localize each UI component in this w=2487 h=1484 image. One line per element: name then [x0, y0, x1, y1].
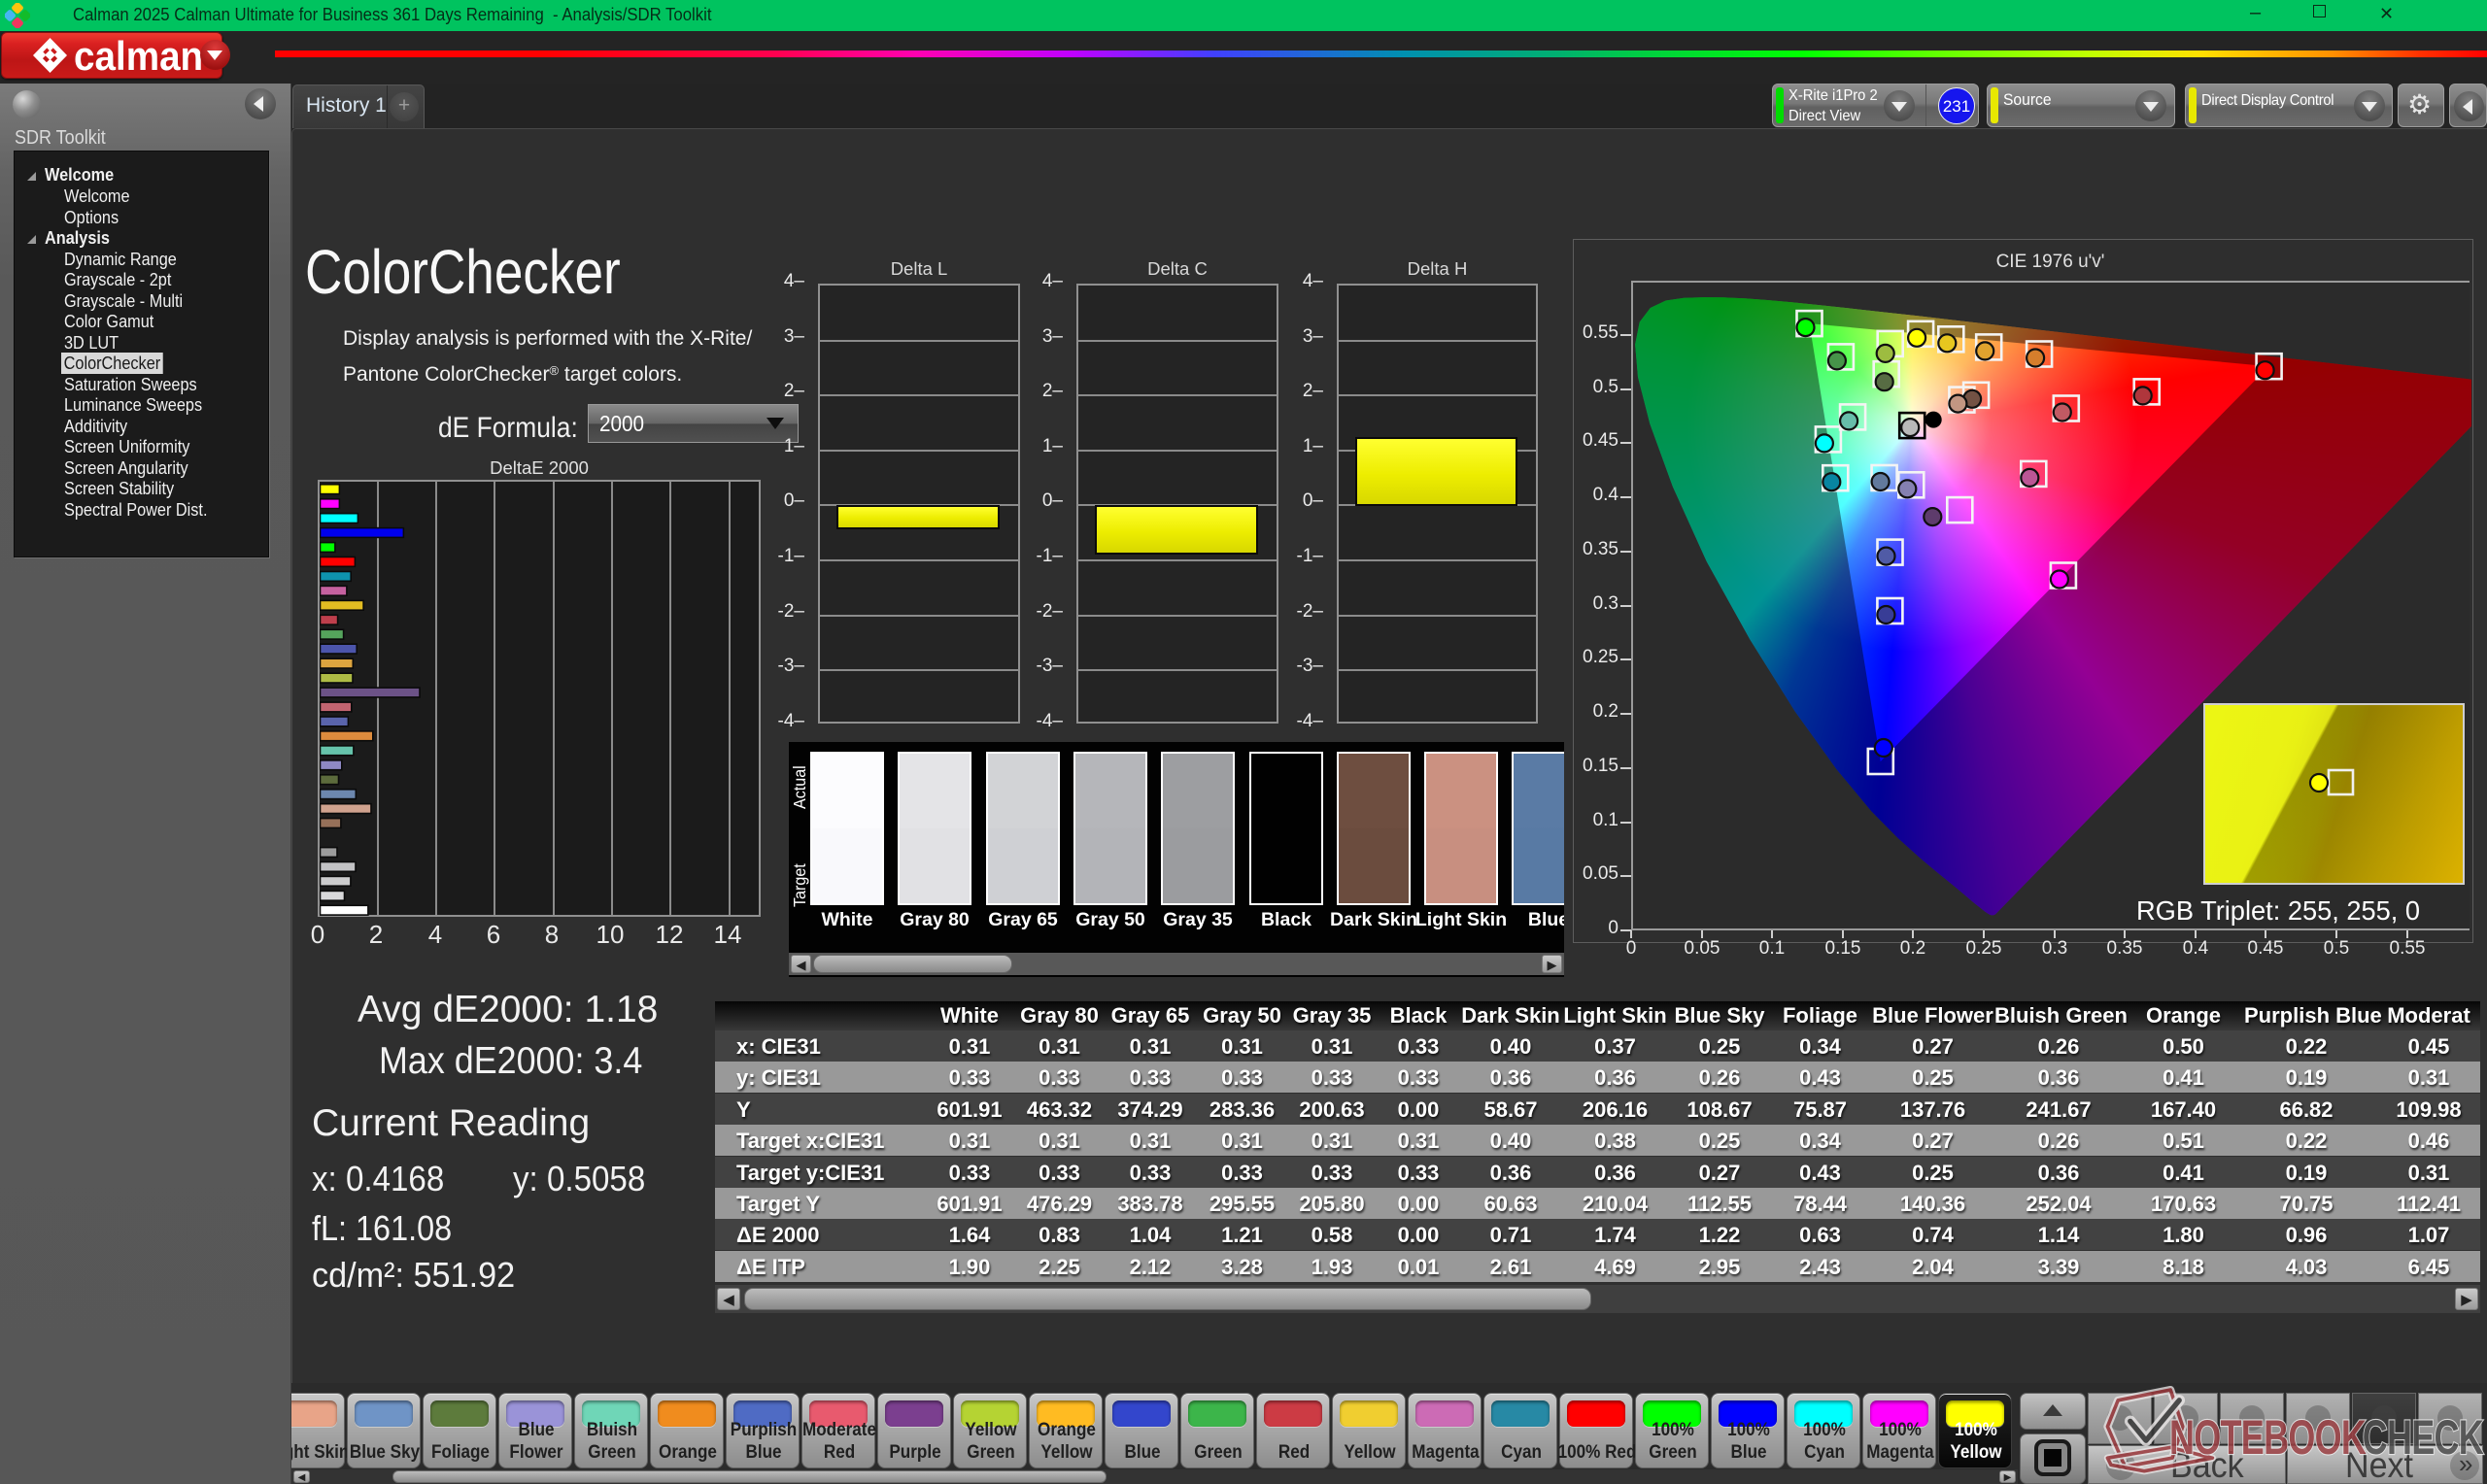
- svg-text:NOTEBOOK: NOTEBOOK: [2169, 1411, 2367, 1465]
- svg-text:CHECK: CHECK: [2363, 1411, 2485, 1465]
